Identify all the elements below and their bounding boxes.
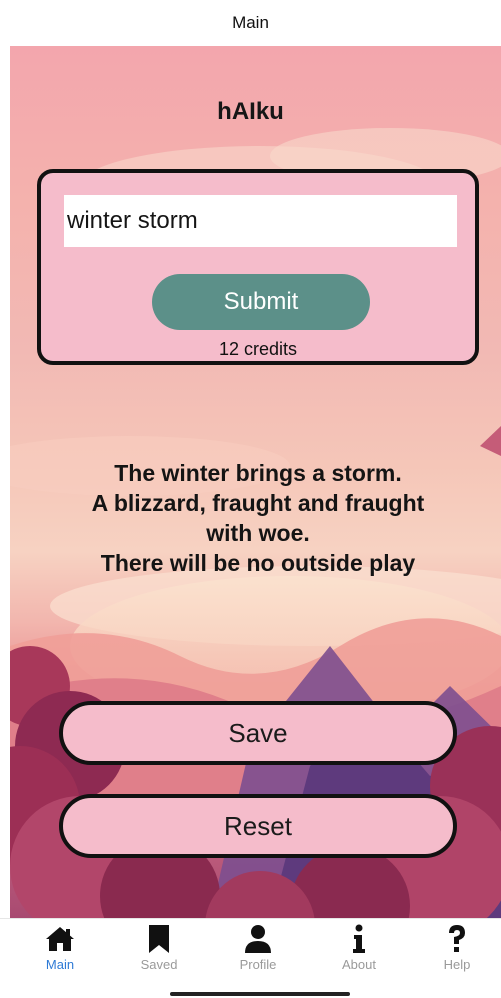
reset-button[interactable]: Reset [59, 794, 457, 858]
tab-label: Main [45, 957, 75, 972]
haiku-text: The winter brings a storm. A blizzard, f… [40, 458, 476, 578]
tab-label: Saved [140, 957, 178, 972]
home-icon [20, 923, 100, 955]
tab-label: Profile [239, 957, 277, 972]
submit-button[interactable]: Submit [152, 274, 370, 330]
home-indicator [170, 992, 350, 996]
tab-main[interactable]: Main [20, 923, 100, 981]
haiku-line: The winter brings a storm. [114, 460, 402, 486]
haiku-line: A blizzard, fraught and fraught [91, 490, 425, 516]
tab-help[interactable]: Help [417, 923, 497, 981]
tab-saved[interactable]: Saved [119, 923, 199, 981]
credits-label: 12 credits [218, 339, 298, 359]
nav-title: Main [0, 0, 501, 46]
tab-label: Help [443, 957, 471, 972]
prompt-input[interactable] [64, 195, 457, 247]
info-icon [319, 923, 399, 955]
tab-profile[interactable]: Profile [218, 923, 298, 981]
haiku-line: with woe. [206, 520, 310, 546]
bookmark-icon [119, 923, 199, 955]
tab-about[interactable]: About [319, 923, 399, 981]
haiku-line: There will be no outside play [100, 550, 416, 576]
tab-bar: Main Saved Profile About Help [0, 918, 501, 998]
question-icon [417, 923, 497, 955]
tab-label: About [342, 957, 376, 972]
prompt-card: Submit 12 credits [37, 169, 479, 365]
app-title: hAIku [217, 98, 284, 125]
save-button[interactable]: Save [59, 701, 457, 765]
person-icon [218, 923, 298, 955]
